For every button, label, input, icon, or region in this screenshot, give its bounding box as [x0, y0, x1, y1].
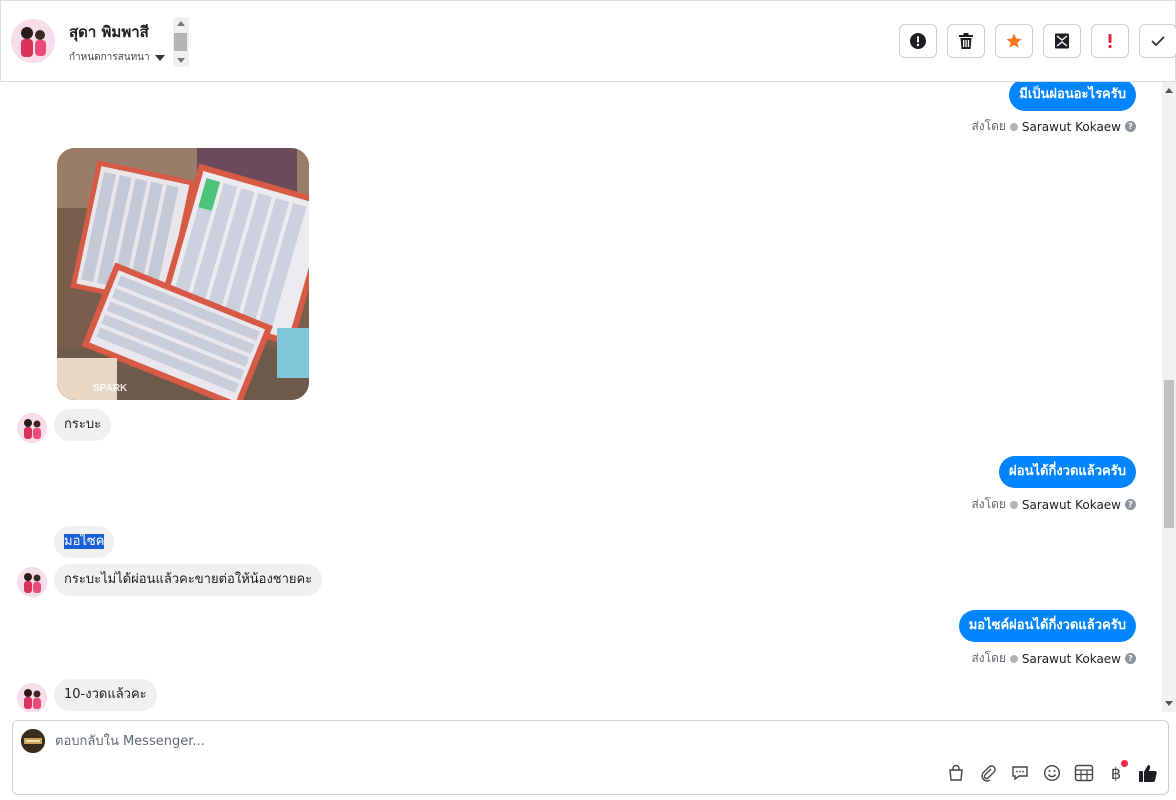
- contact-avatar-small[interactable]: [17, 413, 47, 443]
- lottery-tickets-image: SPARK: [57, 148, 309, 400]
- shared-photo[interactable]: SPARK: [57, 148, 309, 400]
- sent-by-label: ส่งโดย: [971, 119, 1006, 133]
- payment-button[interactable]: ฿: [1106, 760, 1128, 783]
- conversation-status-dropdown[interactable]: กำหนดการสนทนา: [69, 50, 165, 65]
- table-icon: [1074, 764, 1094, 782]
- incoming-message[interactable]: กระบะ: [54, 409, 112, 441]
- incoming-message[interactable]: 10-งวดแล้วคะ: [54, 679, 157, 711]
- envelope-icon: [1055, 33, 1069, 49]
- exclamation-circle-icon: [910, 33, 926, 49]
- caret-down-icon: [154, 54, 165, 61]
- important-button[interactable]: [1091, 24, 1129, 58]
- composer-tools: ฿: [946, 760, 1158, 783]
- photo-watermark: SPARK: [93, 383, 128, 394]
- sent-by-label: ส่งโดย: [971, 651, 1006, 665]
- contact-avatar-small[interactable]: [17, 567, 47, 597]
- table-button[interactable]: [1074, 763, 1094, 783]
- spam-button[interactable]: [899, 24, 937, 58]
- notification-dot: [1121, 760, 1128, 767]
- help-icon[interactable]: ?: [1125, 499, 1136, 510]
- scroll-up-icon[interactable]: [1165, 88, 1173, 93]
- contact-avatar[interactable]: [11, 19, 55, 63]
- verified-icon: [1009, 654, 1018, 663]
- conversation-header: สุดา พิมพาสี กำหนดการสนทนา: [0, 0, 1176, 82]
- reply-composer: ฿: [12, 720, 1169, 795]
- outgoing-message[interactable]: มอไซค์ผ่อนได้กี่งวดแล้วครับ: [958, 610, 1136, 642]
- check-icon: [1151, 36, 1165, 47]
- selected-text[interactable]: มอไซค: [64, 534, 105, 549]
- saved-replies-button[interactable]: [1010, 763, 1030, 783]
- reply-input[interactable]: [55, 731, 955, 751]
- scroll-down-icon[interactable]: [177, 58, 185, 63]
- sent-by-info: ส่งโดย Sarawut Kokaew ?: [971, 117, 1136, 136]
- delete-button[interactable]: [947, 24, 985, 58]
- done-button[interactable]: [1139, 24, 1176, 58]
- shopping-bag-button[interactable]: [946, 763, 966, 783]
- thread-scrollbar[interactable]: [1162, 82, 1176, 712]
- mark-unread-button[interactable]: [1043, 24, 1081, 58]
- star-icon: [1006, 33, 1022, 48]
- agent-name[interactable]: Sarawut Kokaew: [1022, 498, 1121, 512]
- scroll-thumb[interactable]: [1164, 380, 1174, 528]
- scroll-down-icon[interactable]: [1165, 701, 1173, 706]
- speech-bubble-icon: [1012, 766, 1028, 781]
- shopping-bag-icon: [949, 764, 963, 781]
- trash-icon: [959, 33, 973, 49]
- agent-name[interactable]: Sarawut Kokaew: [1022, 120, 1121, 134]
- agent-name[interactable]: Sarawut Kokaew: [1022, 652, 1121, 666]
- status-scrollbar[interactable]: [173, 17, 189, 67]
- help-icon[interactable]: ?: [1125, 653, 1136, 664]
- outgoing-message[interactable]: ผ่อนได้กี่งวดแล้วครับ: [999, 456, 1136, 488]
- verified-icon: [1009, 500, 1018, 509]
- scroll-thumb[interactable]: [174, 33, 187, 51]
- incoming-message[interactable]: มอไซค: [54, 526, 115, 558]
- page-avatar: [21, 729, 45, 753]
- star-button[interactable]: [995, 24, 1033, 58]
- message-thread: มีเป็นผ่อนอะไรครับ ส่งโดย Sarawut Kokaew…: [0, 82, 1162, 712]
- verified-icon: [1009, 122, 1018, 131]
- incoming-message[interactable]: กระบะไม่ได้ผ่อนแล้วคะขายต่อให้น้องชายคะ: [54, 564, 323, 596]
- scroll-up-icon[interactable]: [177, 21, 185, 26]
- paperclip-icon: [981, 765, 996, 782]
- baht-icon: ฿: [1110, 763, 1122, 783]
- help-icon[interactable]: ?: [1125, 121, 1136, 132]
- contact-avatar-small[interactable]: [17, 683, 47, 712]
- thumbs-up-icon: [1139, 765, 1157, 782]
- exclamation-icon: [1108, 34, 1112, 49]
- sent-by-label: ส่งโดย: [971, 497, 1006, 511]
- attach-button[interactable]: [978, 763, 998, 783]
- outgoing-message[interactable]: มีเป็นผ่อนอะไรครับ: [1009, 82, 1136, 111]
- emoji-button[interactable]: [1042, 763, 1062, 783]
- emoji-icon: [1043, 764, 1061, 782]
- conversation-toolbar: [899, 24, 1176, 58]
- sent-by-info: ส่งโดย Sarawut Kokaew ?: [971, 649, 1136, 668]
- contact-name[interactable]: สุดา พิมพาสี: [69, 20, 149, 44]
- conversation-status-label: กำหนดการสนทนา: [69, 52, 150, 63]
- like-button[interactable]: [1138, 763, 1158, 783]
- sent-by-info: ส่งโดย Sarawut Kokaew ?: [971, 495, 1136, 514]
